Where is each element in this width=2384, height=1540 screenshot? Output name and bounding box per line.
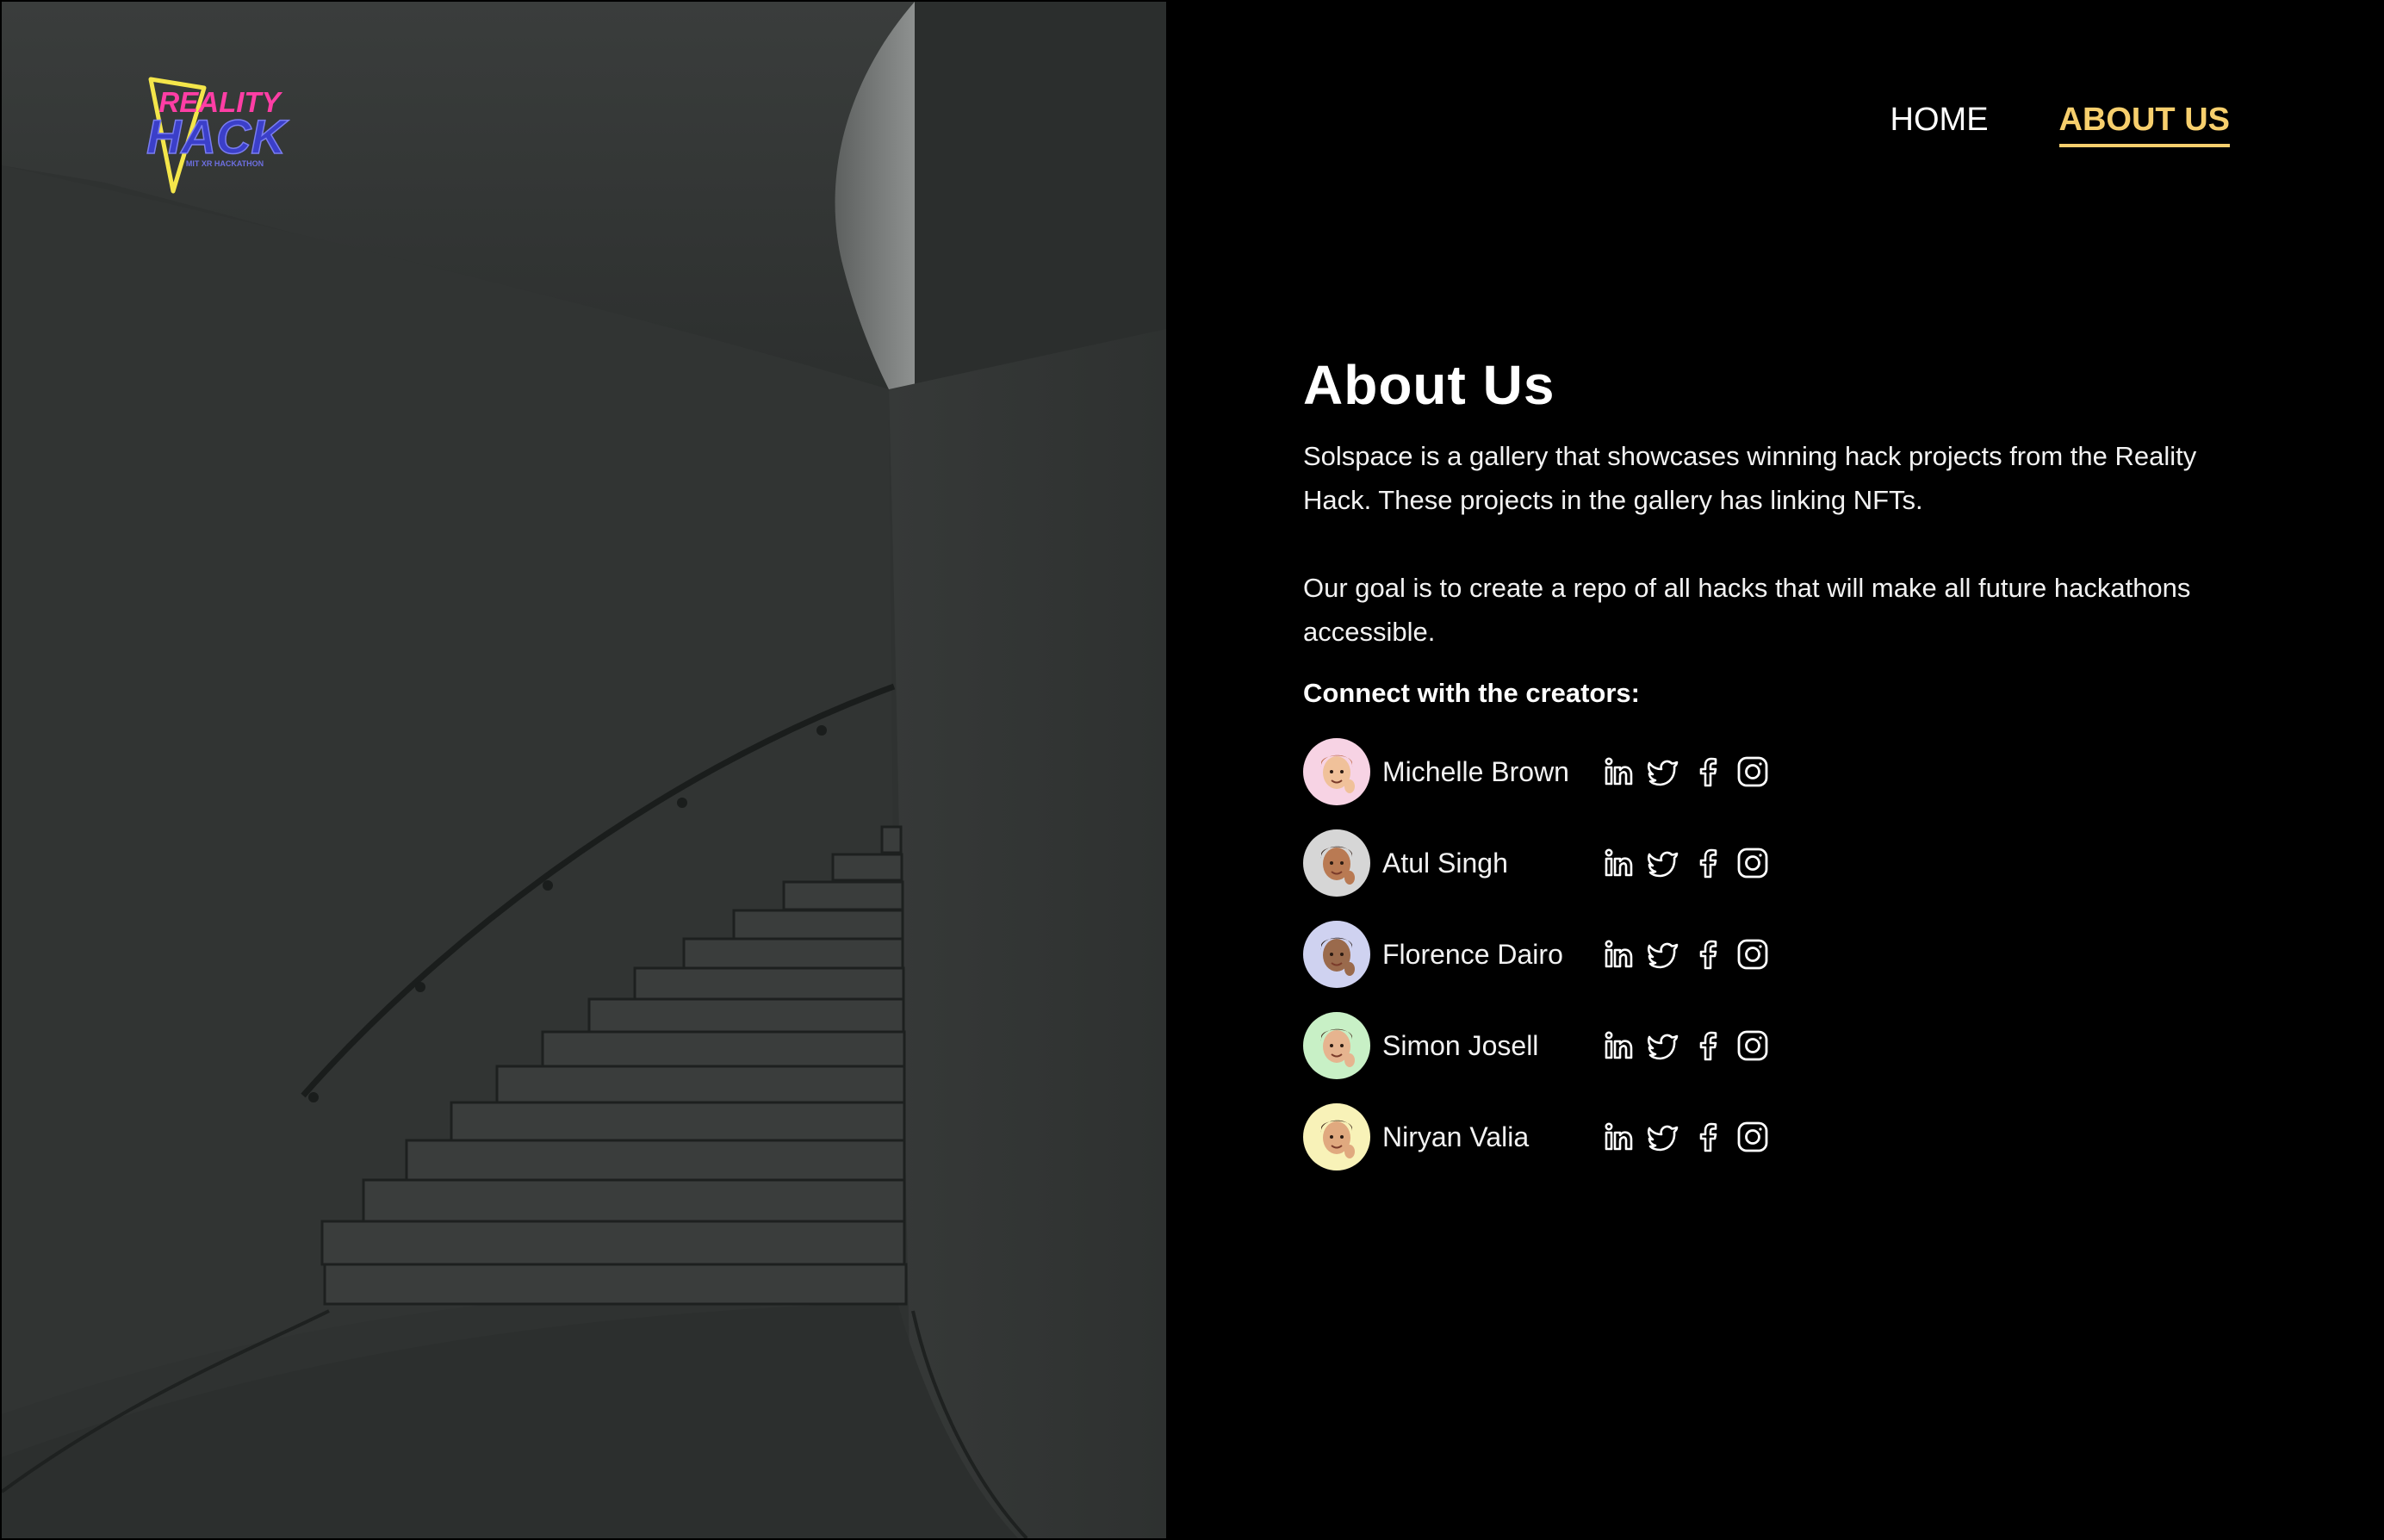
social-links (1601, 1028, 1770, 1063)
about-paragraph-2: Our goal is to create a repo of all hack… (1303, 573, 2191, 647)
twitter-icon[interactable] (1646, 937, 1680, 972)
creator-row: Atul Singh (1303, 817, 2259, 909)
linkedin-icon[interactable] (1601, 937, 1636, 972)
linkedin-icon[interactable] (1601, 846, 1636, 880)
avatar (1303, 1103, 1370, 1171)
instagram-icon[interactable] (1735, 1120, 1770, 1154)
linkedin-icon[interactable] (1601, 1120, 1636, 1154)
twitter-icon[interactable] (1646, 754, 1680, 789)
creator-list: Michelle Brown Atul Singh Florence Dairo… (1303, 726, 2259, 1183)
about-paragraph-1: Solspace is a gallery that showcases win… (1303, 441, 2197, 515)
creator-row: Niryan Valia (1303, 1091, 2259, 1183)
page: REALITY HACK MIT XR HACKATHON HOME ABOUT… (0, 0, 2384, 1540)
creator-name: Atul Singh (1382, 847, 1508, 879)
facebook-icon[interactable] (1691, 846, 1725, 880)
avatar (1303, 921, 1370, 988)
avatar (1303, 1012, 1370, 1079)
nav-about-link[interactable]: ABOUT US (2058, 102, 2230, 147)
social-links (1601, 937, 1770, 972)
facebook-icon[interactable] (1691, 937, 1725, 972)
social-links (1601, 1120, 1770, 1154)
linkedin-icon[interactable] (1601, 754, 1636, 789)
facebook-icon[interactable] (1691, 1028, 1725, 1063)
creator-name: Simon Josell (1382, 1029, 1539, 1061)
twitter-icon[interactable] (1646, 846, 1680, 880)
memoji-avatar-image (1320, 1028, 1355, 1067)
creator-name: Niryan Valia (1382, 1121, 1530, 1152)
avatar (1303, 738, 1370, 805)
instagram-icon[interactable] (1735, 754, 1770, 789)
nav-home-link[interactable]: HOME (1890, 102, 1989, 147)
memoji-avatar-image (1320, 1120, 1355, 1158)
memoji-avatar-image (1320, 846, 1355, 885)
linkedin-icon[interactable] (1601, 1028, 1636, 1063)
creator-name: Michelle Brown (1382, 755, 1569, 787)
creator-name: Florence Dairo (1382, 938, 1563, 970)
creator-row: Michelle Brown (1303, 726, 2259, 817)
creator-row: Florence Dairo (1303, 909, 2259, 1000)
twitter-icon[interactable] (1646, 1028, 1680, 1063)
instagram-icon[interactable] (1735, 1028, 1770, 1063)
instagram-icon[interactable] (1735, 937, 1770, 972)
reality-hack-logo[interactable]: REALITY HACK MIT XR HACKATHON (144, 69, 290, 202)
page-title: About Us (1303, 354, 1555, 416)
instagram-icon[interactable] (1735, 846, 1770, 880)
memoji-avatar-image (1320, 937, 1355, 976)
facebook-icon[interactable] (1691, 754, 1725, 789)
creator-row: Simon Josell (1303, 1000, 2259, 1091)
svg-text:MIT XR HACKATHON: MIT XR HACKATHON (186, 159, 264, 168)
avatar (1303, 829, 1370, 897)
connect-heading: Connect with the creators: (1303, 678, 1640, 708)
facebook-icon[interactable] (1691, 1120, 1725, 1154)
svg-text:HACK: HACK (146, 109, 289, 164)
hero-staircase-image: REALITY HACK MIT XR HACKATHON (2, 2, 1166, 1538)
staircase-illustration (2, 2, 1166, 1538)
social-links (1601, 754, 1770, 789)
social-links (1601, 846, 1770, 880)
main-nav: HOME ABOUT US (1890, 102, 2230, 147)
reality-hack-logo-image: REALITY HACK MIT XR HACKATHON (146, 77, 289, 194)
twitter-icon[interactable] (1646, 1120, 1680, 1154)
about-content: About Us Solspace is a gallery that show… (1303, 353, 2259, 1183)
about-panel: HOME ABOUT US About Us Solspace is a gal… (1166, 0, 2384, 1540)
memoji-avatar-image (1320, 754, 1355, 793)
